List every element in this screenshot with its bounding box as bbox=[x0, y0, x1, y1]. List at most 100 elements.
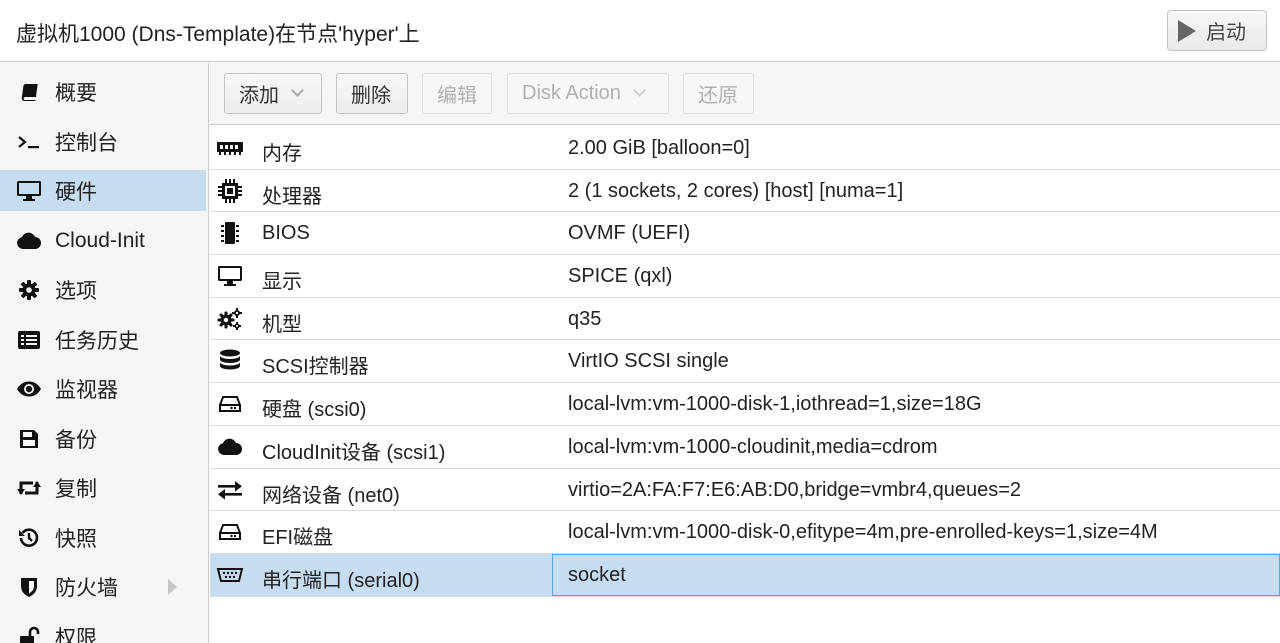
submenu-arrow-icon bbox=[168, 579, 177, 595]
play-icon bbox=[1178, 19, 1196, 42]
cloud-icon bbox=[216, 435, 244, 459]
table-row[interactable]: BIOS OVMF (UEFI) bbox=[210, 212, 1280, 256]
sidebar-item-options[interactable]: 选项 bbox=[0, 269, 206, 310]
sidebar: 概要 控制台 硬件 Cloud-Init 选项 任务历史 监视器 备份 复制 快… bbox=[0, 63, 209, 643]
memory-icon bbox=[216, 136, 244, 160]
sidebar-item-snapshots[interactable]: 快照 bbox=[0, 517, 206, 558]
table-row[interactable]: 处理器 2 (1 sockets, 2 cores) [host] [numa=… bbox=[210, 170, 1280, 213]
table-row[interactable]: CloudInit设备 (scsi1) local-lvm:vm-1000-cl… bbox=[210, 426, 1280, 469]
row-name: 机型 bbox=[262, 313, 302, 336]
table-row[interactable]: 机型 q35 bbox=[210, 298, 1280, 341]
row-value: local-lvm:vm-1000-cloudinit,media=cdrom bbox=[568, 435, 938, 458]
edit-button[interactable]: 编辑 bbox=[422, 73, 492, 114]
unlock-icon bbox=[16, 624, 42, 643]
row-value: local-lvm:vm-1000-disk-1,iothread=1,size… bbox=[568, 393, 982, 416]
row-name: 硬盘 (scsi0) bbox=[262, 399, 367, 422]
sidebar-item-backup[interactable]: 备份 bbox=[0, 418, 206, 459]
sidebar-item-summary[interactable]: 概要 bbox=[0, 71, 206, 112]
row-name: BIOS bbox=[262, 222, 310, 245]
title-bar: 虚拟机1000 (Dns-Template)在节点'hyper'上 启动 bbox=[0, 0, 1280, 62]
retweet-icon bbox=[16, 475, 42, 501]
sidebar-item-cloud-init[interactable]: Cloud-Init bbox=[0, 220, 206, 261]
sidebar-item-console[interactable]: 控制台 bbox=[0, 121, 206, 162]
table-row[interactable]: EFI磁盘 local-lvm:vm-1000-disk-0,efitype=4… bbox=[210, 511, 1280, 554]
desktop-icon bbox=[216, 264, 244, 288]
hdd-icon bbox=[216, 392, 244, 416]
shield-icon bbox=[16, 574, 42, 600]
remove-button-label: 删除 bbox=[351, 85, 391, 107]
cloud-icon bbox=[16, 228, 42, 254]
table-row[interactable]: 硬盘 (scsi0) local-lvm:vm-1000-disk-1,ioth… bbox=[210, 383, 1280, 426]
sidebar-item-label: 权限 bbox=[55, 626, 97, 643]
add-button-label: 添加 bbox=[239, 85, 279, 107]
row-name: 显示 bbox=[262, 271, 302, 294]
disk-action-label: Disk Action bbox=[522, 82, 621, 104]
start-button[interactable]: 启动 bbox=[1167, 10, 1267, 51]
row-name: EFI磁盘 bbox=[262, 527, 334, 550]
row-name: 处理器 bbox=[262, 185, 322, 208]
hdd-icon bbox=[216, 520, 244, 544]
sidebar-item-label: 任务历史 bbox=[55, 329, 139, 353]
sidebar-item-label: 硬件 bbox=[55, 180, 97, 204]
chevron-down-icon bbox=[291, 84, 304, 97]
chevron-down-icon bbox=[633, 84, 646, 97]
terminal-icon bbox=[16, 129, 42, 155]
eye-icon bbox=[16, 376, 42, 402]
book-icon bbox=[16, 79, 42, 105]
sidebar-item-label: 监视器 bbox=[55, 378, 118, 402]
sidebar-item-label: 备份 bbox=[55, 428, 97, 452]
row-value: 2.00 GiB [balloon=0] bbox=[568, 137, 750, 159]
row-value: OVMF (UEFI) bbox=[568, 222, 691, 245]
serial-port-icon bbox=[216, 563, 244, 587]
sidebar-item-label: Cloud-Init bbox=[55, 228, 145, 252]
disk-action-button[interactable]: Disk Action bbox=[507, 73, 669, 114]
row-name: CloudInit设备 (scsi1) bbox=[262, 441, 446, 464]
sidebar-item-label: 复制 bbox=[55, 477, 97, 501]
sidebar-item-permissions[interactable]: 权限 bbox=[0, 616, 206, 643]
cogs-icon bbox=[216, 307, 244, 331]
list-icon bbox=[16, 327, 42, 353]
edit-button-label: 编辑 bbox=[437, 85, 477, 107]
chip-icon bbox=[216, 221, 244, 245]
sidebar-item-label: 防火墙 bbox=[55, 576, 118, 600]
sidebar-item-replication[interactable]: 复制 bbox=[0, 467, 206, 508]
sidebar-item-firewall[interactable]: 防火墙 bbox=[0, 566, 206, 607]
sidebar-item-label: 选项 bbox=[55, 279, 97, 303]
gear-icon bbox=[16, 277, 42, 303]
sidebar-item-label: 快照 bbox=[55, 527, 97, 551]
row-value: socket bbox=[568, 563, 626, 586]
history-icon bbox=[16, 525, 42, 551]
monitor-icon bbox=[16, 178, 42, 204]
row-name: 串行端口 (serial0) bbox=[262, 569, 420, 592]
row-value: local-lvm:vm-1000-disk-0,efitype=4m,pre-… bbox=[568, 521, 1158, 544]
table-row[interactable]: 内存 2.00 GiB [balloon=0] bbox=[210, 127, 1280, 170]
table-row[interactable]: 串行端口 (serial0) socket bbox=[210, 553, 1280, 597]
remove-button[interactable]: 删除 bbox=[336, 73, 408, 114]
row-value: SPICE (qxl) bbox=[568, 265, 673, 288]
revert-button-label: 还原 bbox=[698, 85, 738, 107]
sidebar-item-hardware[interactable]: 硬件 bbox=[0, 170, 206, 211]
hardware-grid: 内存 2.00 GiB [balloon=0] 处理器 2 (1 sockets… bbox=[210, 127, 1280, 597]
sidebar-item-task-history[interactable]: 任务历史 bbox=[0, 319, 206, 360]
exchange-icon bbox=[216, 478, 244, 502]
row-value: virtio=2A:FA:F7:E6:AB:D0,bridge=vmbr4,qu… bbox=[568, 478, 1022, 501]
sidebar-item-monitor[interactable]: 监视器 bbox=[0, 368, 206, 409]
row-name: 网络设备 (net0) bbox=[262, 484, 400, 507]
table-row[interactable]: SCSI控制器 VirtIO SCSI single bbox=[210, 340, 1280, 384]
floppy-icon bbox=[16, 426, 42, 452]
revert-button[interactable]: 还原 bbox=[683, 73, 754, 114]
table-row[interactable]: 网络设备 (net0) virtio=2A:FA:F7:E6:AB:D0,bri… bbox=[210, 469, 1280, 512]
database-icon bbox=[216, 349, 244, 373]
table-row[interactable]: 显示 SPICE (qxl) bbox=[210, 255, 1280, 298]
row-value: 2 (1 sockets, 2 cores) [host] [numa=1] bbox=[568, 179, 904, 202]
start-button-label: 启动 bbox=[1206, 22, 1246, 44]
page-title: 虚拟机1000 (Dns-Template)在节点'hyper'上 bbox=[16, 23, 420, 46]
cpu-icon bbox=[216, 178, 244, 203]
row-name: SCSI控制器 bbox=[262, 356, 369, 379]
selected-cell bbox=[552, 553, 1280, 596]
hardware-toolbar: 添加 删除 编辑 Disk Action 还原 bbox=[210, 63, 1280, 125]
row-value: q35 bbox=[568, 307, 602, 330]
row-name: 内存 bbox=[262, 143, 302, 165]
row-value: VirtIO SCSI single bbox=[568, 350, 729, 373]
add-button[interactable]: 添加 bbox=[224, 73, 322, 114]
